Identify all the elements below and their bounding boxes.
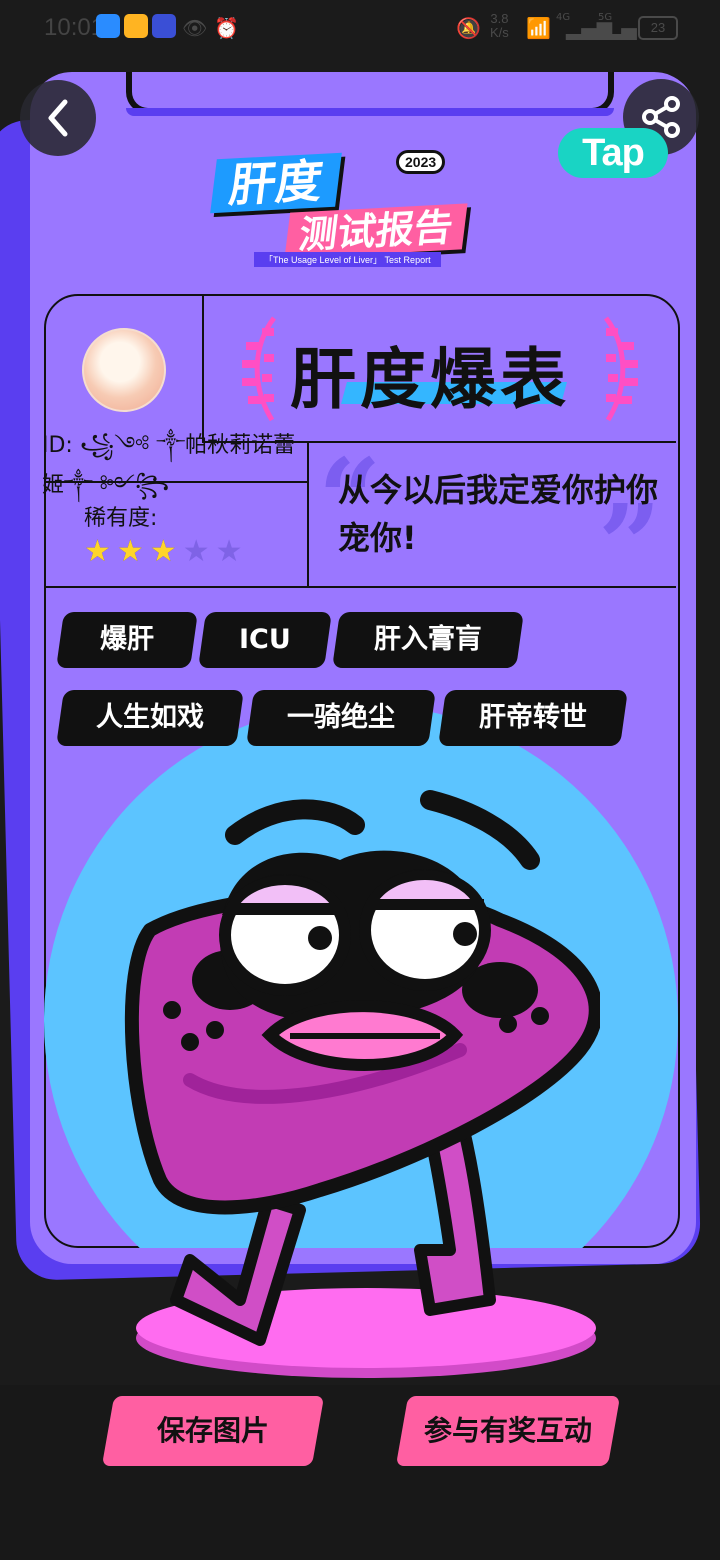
card-notch: [126, 72, 614, 116]
divider-h3: [44, 586, 676, 588]
interact-label: 参与有奖互动: [423, 1414, 592, 1447]
divider-v1: [202, 294, 204, 442]
laurel-right-icon: [603, 316, 638, 422]
tag-chip: 肝入膏肓: [332, 612, 524, 668]
tag-chip: 爆肝: [56, 612, 198, 668]
star-icon: ★: [182, 534, 210, 569]
chevron-left-icon: [48, 99, 68, 137]
report-title: 肝度 2023 测试报告 「The Usage Level of Liver」 …: [210, 150, 520, 270]
status-bar: 10:01 👁 ⏰ 🔕 3.8 K/s 📶 4G ▂▄▆ 5G ▂▄ 23: [0, 0, 720, 56]
laurel-left-icon: [242, 316, 277, 422]
tieba-app-icon: [152, 14, 176, 38]
title-top: 肝度: [210, 152, 342, 214]
battery-indicator: 23: [638, 16, 678, 40]
eye-icon: 👁: [182, 16, 208, 40]
rarity-stars: ★ ★ ★ ★ ★: [84, 536, 243, 568]
tag-chip: 肝帝转世: [438, 690, 628, 746]
liver-character: [124, 790, 600, 1346]
tag-label: 肝帝转世: [479, 702, 587, 733]
result-quote: 从今以后我定爱你护你宠你!: [338, 471, 659, 557]
tag-label: ICU: [239, 624, 291, 655]
tag-chip: ICU: [198, 612, 332, 668]
save-image-button[interactable]: 保存图片: [101, 1396, 325, 1466]
user-id: ID: ꧁༺ ༒帕秋莉诺蕾姬༒ ༻꧂: [42, 433, 296, 498]
divider-v2: [307, 441, 309, 587]
back-button[interactable]: [20, 80, 96, 156]
star-icon: ★: [116, 534, 144, 569]
title-subtitle: 「The Usage Level of Liver」 Test Report: [254, 252, 441, 267]
star-icon: ★: [149, 534, 177, 569]
save-image-label: 保存图片: [156, 1414, 269, 1447]
tag-label: 人生如戏: [96, 702, 204, 733]
rarity-label: 稀有度:: [84, 506, 158, 531]
tap-logo: Tap: [558, 128, 668, 178]
star-icon: ★: [215, 534, 243, 569]
interact-button[interactable]: 参与有奖互动: [395, 1396, 621, 1466]
title-year: 2023: [396, 150, 446, 174]
alarm-icon: ⏰: [214, 16, 239, 40]
tag-chip: 一骑绝尘: [246, 690, 436, 746]
shield-app-icon: [96, 14, 120, 38]
network-speed: 3.8 K/s: [490, 11, 509, 40]
tag-label: 一骑绝尘: [287, 702, 395, 733]
signal-icon-2: ▂▄: [606, 16, 637, 40]
tag-label: 肝入膏肓: [374, 624, 482, 655]
avatar: [82, 328, 166, 412]
mute-icon: 🔕: [456, 16, 481, 40]
wifi-icon: 📶: [526, 16, 551, 40]
tag-label: 爆肝: [100, 624, 154, 655]
folder-app-icon: [124, 14, 148, 38]
title-bottom: 测试报告: [284, 203, 468, 259]
tag-chip: 人生如戏: [56, 690, 244, 746]
star-icon: ★: [84, 534, 111, 569]
result-badge: 肝度爆表: [290, 341, 570, 418]
